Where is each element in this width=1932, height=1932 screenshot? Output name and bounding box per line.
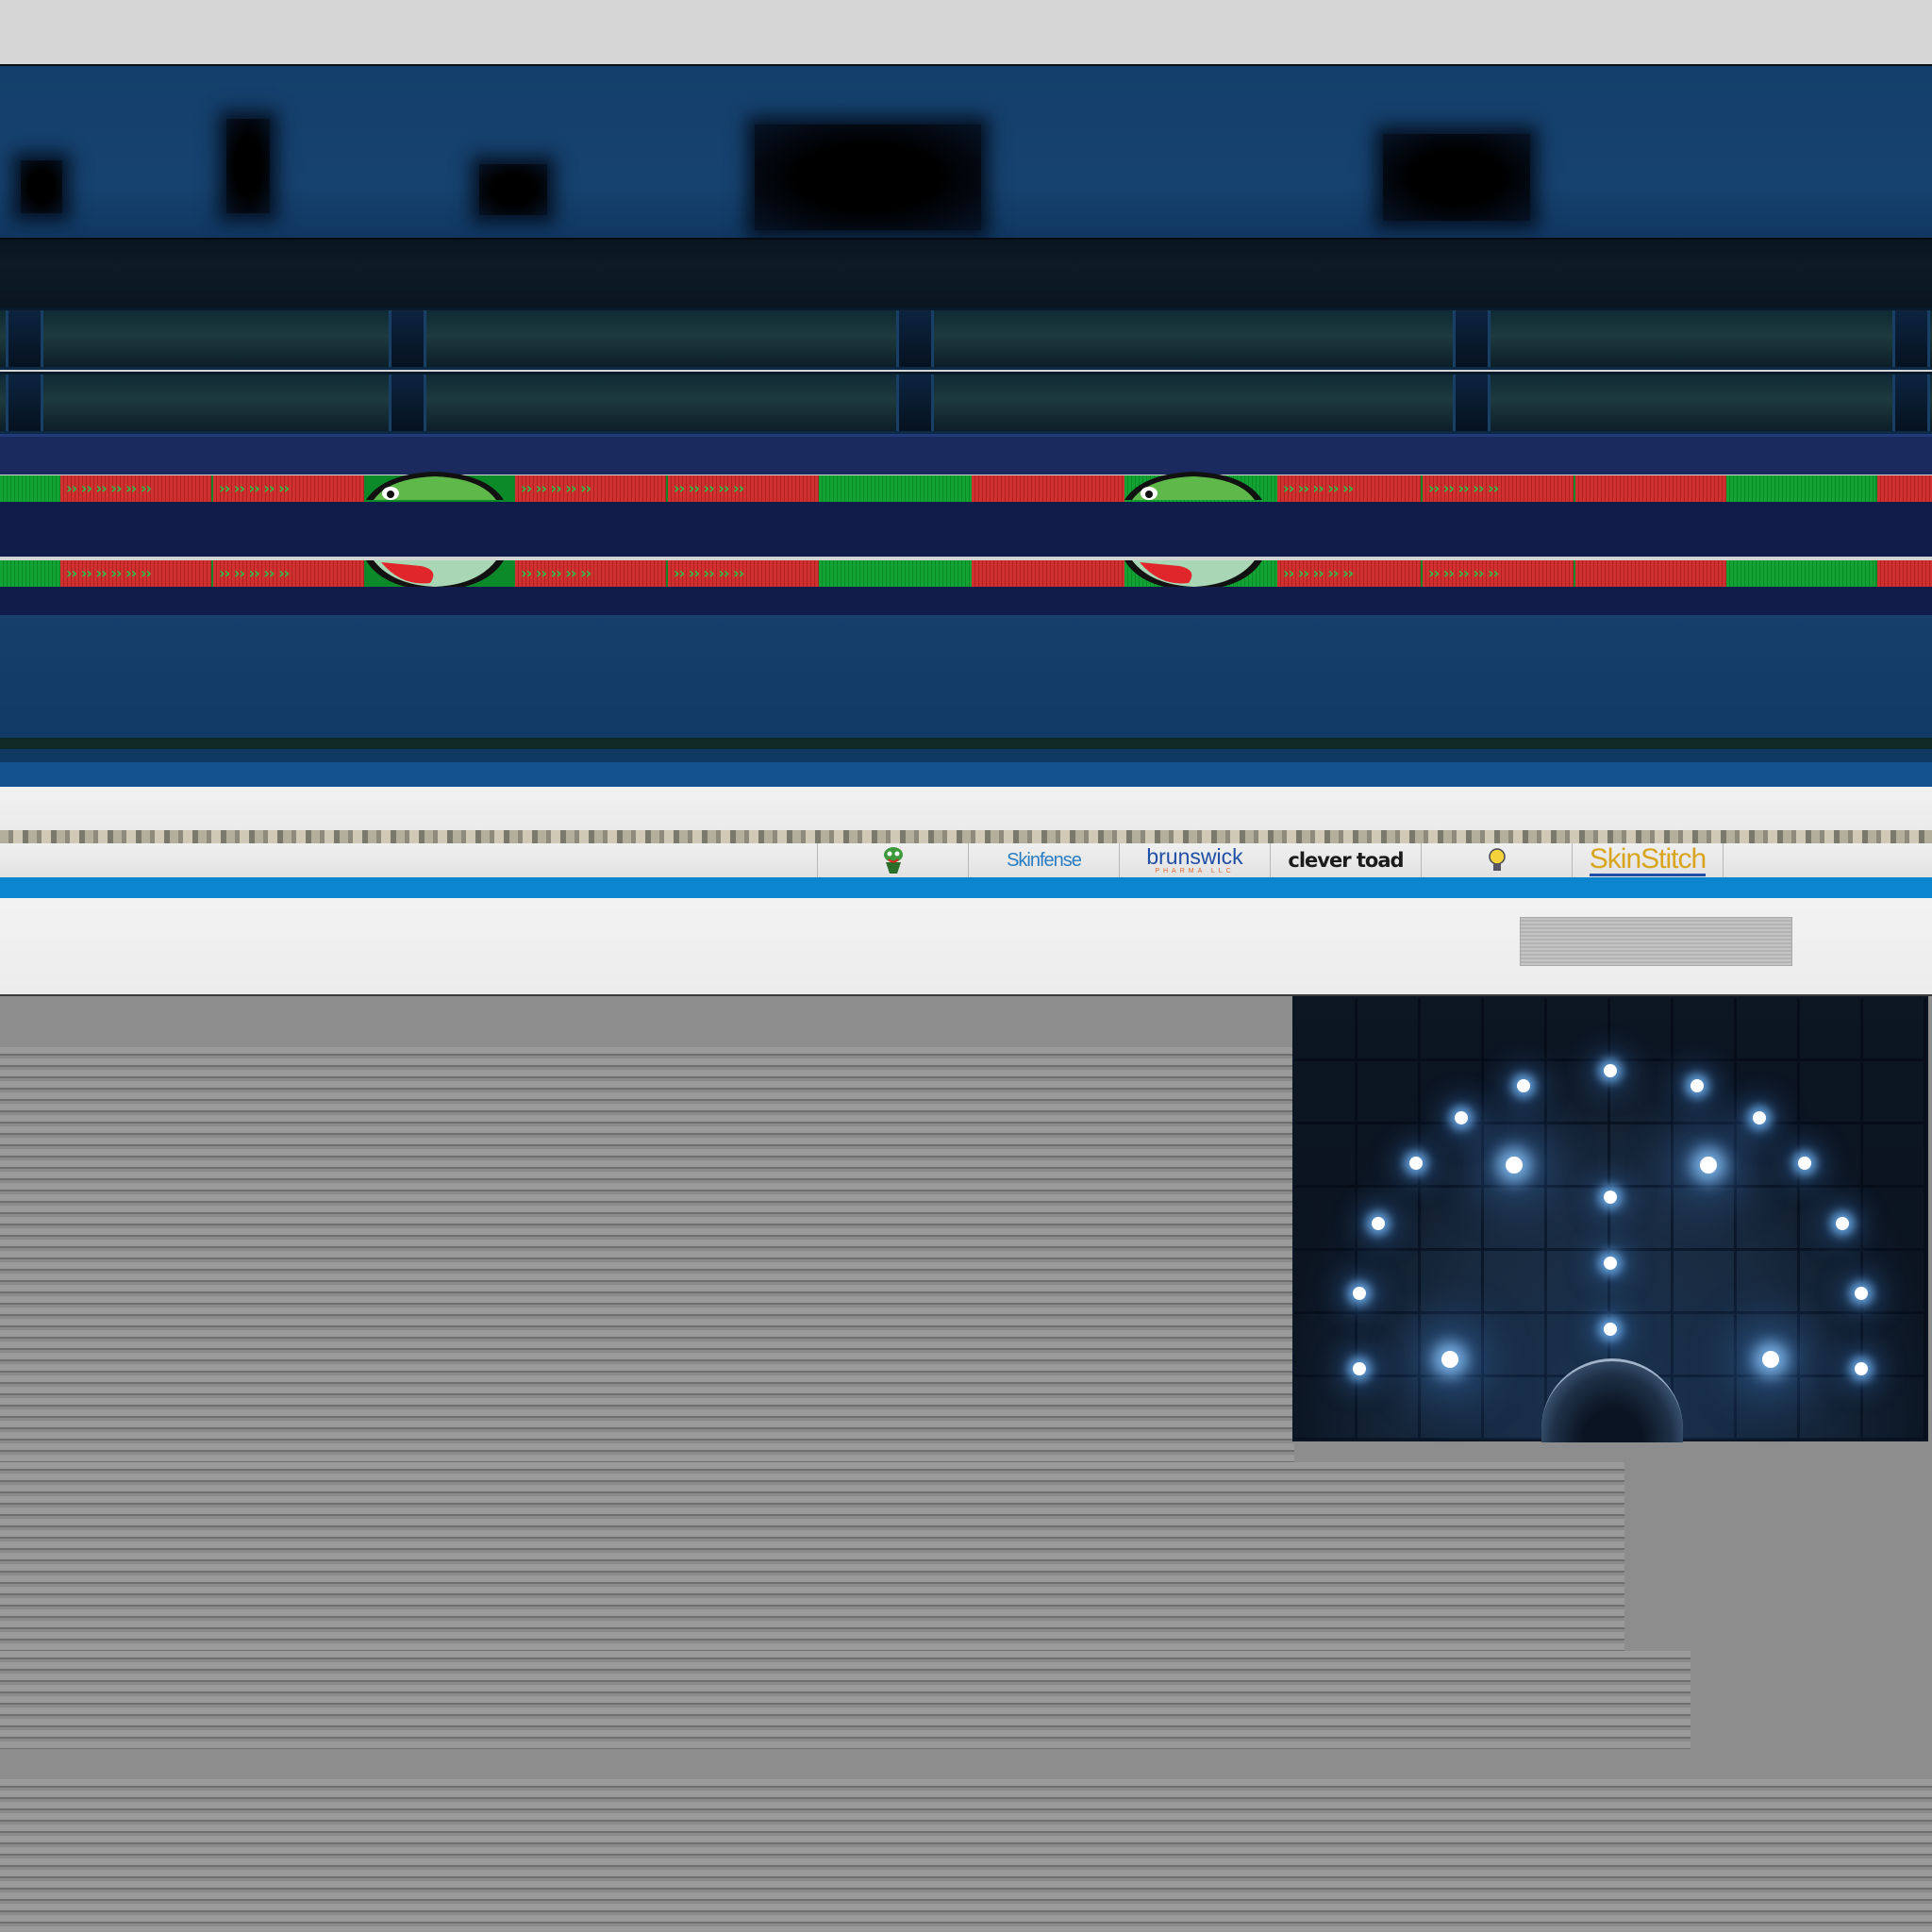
wall-trim xyxy=(0,762,1932,787)
tunnel-light xyxy=(1604,1323,1617,1336)
sponsor-brunswick-sublabel: PHARMA LLC xyxy=(1155,868,1235,874)
camo-band xyxy=(0,830,1932,843)
gator-head-icon xyxy=(366,472,504,500)
tunnel-light xyxy=(1604,1257,1617,1270)
upper-arena-wall xyxy=(0,66,1932,238)
led-ribbon-board-upper: ›› ›› ›› ›› ›› ›› ›› ›› ›› ›› ›› ›› ›› ›… xyxy=(0,475,1932,502)
floor-ridges xyxy=(0,1779,1932,1932)
wall-vent xyxy=(755,125,981,230)
sponsor-brunswick: brunswick PHARMA LLC xyxy=(1119,843,1270,877)
sponsor-skinstitch: SkinStitch xyxy=(1572,843,1724,877)
railing-post xyxy=(1453,375,1491,431)
gator-head-icon xyxy=(1124,472,1262,500)
floor-ridges xyxy=(0,1462,1624,1651)
tunnel-light-large xyxy=(1506,1157,1523,1174)
floor-ridges xyxy=(0,1047,1294,1462)
tunnel-light xyxy=(1353,1287,1366,1300)
tunnel-entrance-panel xyxy=(1294,998,1926,1442)
tunnel-light xyxy=(1517,1079,1530,1092)
tunnel-light xyxy=(1753,1111,1766,1124)
wall-vent xyxy=(1383,134,1530,221)
wall-vent xyxy=(21,160,62,213)
sponsor-bulb xyxy=(1421,843,1572,877)
floor-ridges xyxy=(0,1651,1690,1749)
navy-band xyxy=(0,587,1932,615)
tunnel-light xyxy=(1855,1287,1868,1300)
top-strip xyxy=(0,0,1932,66)
railing-post xyxy=(1892,310,1930,367)
navy-band xyxy=(0,434,1932,475)
tunnel-light xyxy=(1604,1064,1617,1077)
lower-arena-wall xyxy=(0,615,1932,738)
railing-row-upper xyxy=(0,308,1932,370)
navy-band xyxy=(0,502,1932,557)
railing-post xyxy=(6,375,43,431)
railing-post xyxy=(389,375,426,431)
tunnel-light xyxy=(1353,1362,1366,1375)
tunnel-light xyxy=(1604,1191,1617,1204)
tunnel-light xyxy=(1690,1079,1704,1092)
tunnel-light-large xyxy=(1441,1351,1458,1368)
wall-trim xyxy=(0,749,1932,762)
railing-row-lower xyxy=(0,372,1932,434)
sponsor-board: Skinfense brunswick PHARMA LLC clever to… xyxy=(0,843,1932,877)
gator-mascot-icon xyxy=(883,847,903,874)
led-ribbon-board-lower: ›› ›› ›› ›› ›› ›› ›› ›› ›› ›› ›› ›› ›› ›… xyxy=(0,560,1932,587)
tunnel-light-large xyxy=(1700,1157,1717,1174)
sponsor-skinstitch-label: SkinStitch xyxy=(1589,843,1707,876)
tunnel-light-large xyxy=(1762,1351,1779,1368)
sponsor-brunswick-label: brunswick xyxy=(1146,844,1243,869)
tunnel-light xyxy=(1798,1157,1811,1170)
railing-post xyxy=(389,310,426,367)
railing-post xyxy=(1453,310,1491,367)
sponsor-clever-toad: clever toad xyxy=(1270,843,1421,877)
tunnel-light xyxy=(1372,1217,1385,1230)
tunnel-light xyxy=(1855,1362,1868,1375)
sponsor-skinfense-label: Skinfense xyxy=(1007,849,1082,871)
wall-vent xyxy=(226,119,270,213)
lightbulb-icon xyxy=(1488,848,1506,871)
railing-post xyxy=(896,375,934,431)
sponsor-skinfense: Skinfense xyxy=(968,843,1119,877)
dark-ledge xyxy=(0,238,1932,309)
tunnel-light xyxy=(1455,1111,1468,1124)
sponsor-gator-mascot xyxy=(817,843,968,877)
wall-vent xyxy=(479,164,547,215)
tunnel-light xyxy=(1836,1217,1849,1230)
grey-vent-panel xyxy=(1520,917,1792,966)
wall-trim xyxy=(0,738,1932,749)
sponsor-clever-toad-label: clever toad xyxy=(1288,849,1404,872)
tunnel-light xyxy=(1409,1157,1423,1170)
railing-post xyxy=(6,310,43,367)
railing-post xyxy=(1892,375,1930,431)
blue-trim-rule xyxy=(0,877,1932,898)
railing-post xyxy=(896,310,934,367)
white-dasher xyxy=(0,787,1932,830)
